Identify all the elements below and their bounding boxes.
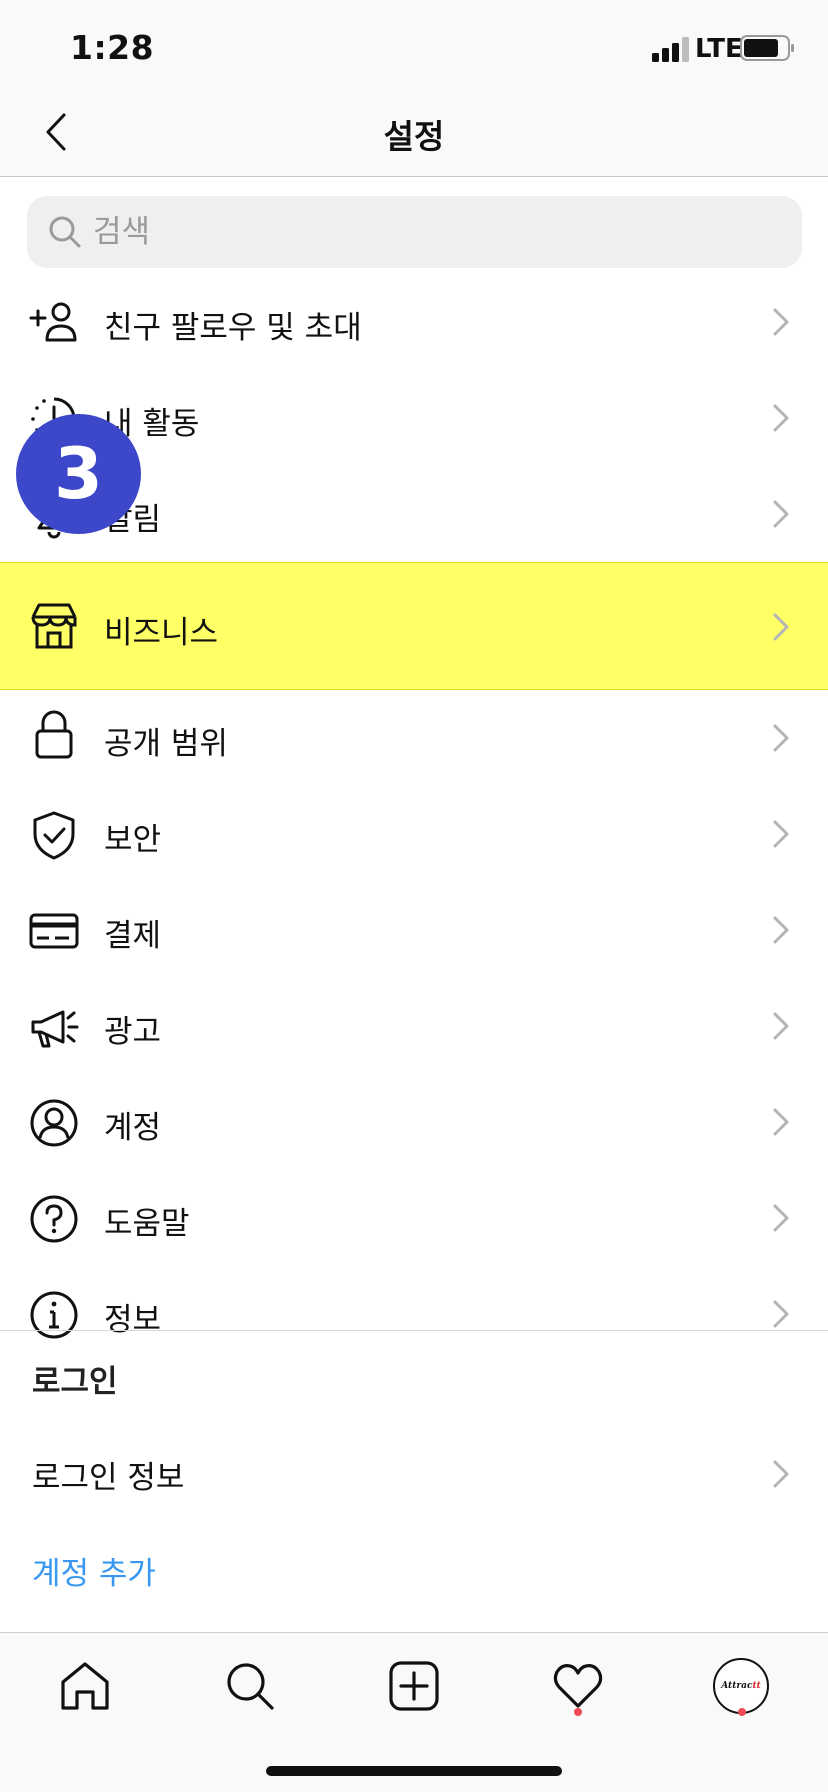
chevron-right-icon bbox=[773, 1300, 789, 1328]
menu-item-help[interactable]: 도움말 bbox=[0, 1170, 828, 1266]
chevron-right-icon bbox=[773, 404, 789, 432]
menu-item-account[interactable]: 계정 bbox=[0, 1074, 828, 1170]
chevron-right-icon bbox=[773, 308, 789, 336]
tab-search[interactable] bbox=[215, 1651, 285, 1721]
notification-dot bbox=[574, 1708, 582, 1716]
help-icon bbox=[30, 1195, 78, 1243]
menu-item-label: 계정 bbox=[104, 1110, 162, 1146]
status-bar: 1:28 LTE bbox=[0, 0, 828, 88]
chevron-right-icon bbox=[773, 1012, 789, 1040]
home-indicator bbox=[266, 1766, 562, 1776]
shop-icon bbox=[31, 603, 77, 649]
nav-header: 설정 bbox=[0, 88, 828, 177]
card-icon bbox=[29, 913, 79, 949]
chevron-right-icon bbox=[773, 1108, 789, 1136]
login-section-title: 로그인 bbox=[32, 1364, 118, 1400]
home-icon bbox=[61, 1662, 109, 1710]
menu-item-ads[interactable]: 광고 bbox=[0, 978, 828, 1074]
settings-screen: 1:28 LTE 설정 검색 친구 팔로우 및 초대 내 활동 알림 비즈니스 … bbox=[0, 0, 828, 1792]
menu-item-payments[interactable]: 결제 bbox=[0, 882, 828, 978]
login-info-label: 로그인 정보 bbox=[32, 1460, 185, 1496]
menu-item-label: 도움말 bbox=[104, 1206, 190, 1242]
menu-item-label: 공개 범위 bbox=[104, 726, 228, 762]
section-divider bbox=[0, 1330, 828, 1331]
chevron-right-icon bbox=[773, 500, 789, 528]
menu-item-security[interactable]: 보안 bbox=[0, 786, 828, 882]
step-number-badge: 3 bbox=[16, 414, 141, 534]
add-account-link[interactable]: 계정 추가 bbox=[32, 1548, 156, 1593]
battery-icon bbox=[740, 35, 794, 61]
info-icon bbox=[30, 1291, 78, 1339]
menu-item-label: 친구 팔로우 및 초대 bbox=[104, 310, 362, 346]
chevron-right-icon bbox=[773, 1204, 789, 1232]
search-input[interactable] bbox=[93, 196, 783, 268]
menu-item-about[interactable]: 정보 bbox=[0, 1266, 828, 1362]
lock-icon bbox=[35, 710, 73, 759]
tab-new-post[interactable] bbox=[379, 1651, 449, 1721]
menu-item-privacy[interactable]: 공개 범위 bbox=[0, 690, 828, 786]
network-type: LTE bbox=[695, 34, 743, 64]
status-time: 1:28 bbox=[70, 28, 155, 67]
menu-item-label: 정보 bbox=[104, 1302, 162, 1338]
menu-item-label: 보안 bbox=[104, 822, 162, 858]
menu-item-label: 비즈니스 bbox=[104, 615, 219, 651]
menu-item-follow-invite[interactable]: 친구 팔로우 및 초대 bbox=[0, 274, 828, 370]
add-person-icon bbox=[29, 302, 77, 342]
shield-check-icon bbox=[33, 811, 75, 860]
tab-home[interactable] bbox=[50, 1651, 120, 1721]
notification-dot bbox=[738, 1708, 746, 1716]
avatar-text-accent: tt bbox=[752, 1681, 761, 1691]
menu-item-business[interactable]: 비즈니스 bbox=[0, 562, 828, 690]
chevron-right-icon bbox=[773, 1460, 789, 1488]
search-icon bbox=[227, 1663, 274, 1710]
heart-icon bbox=[553, 1664, 603, 1708]
megaphone-icon bbox=[31, 1010, 79, 1048]
search-icon bbox=[49, 216, 81, 248]
menu-item-label: 광고 bbox=[104, 1014, 162, 1050]
profile-avatar: Attrac tt bbox=[713, 1658, 769, 1714]
chevron-right-icon bbox=[773, 916, 789, 944]
login-info-item[interactable]: 로그인 정보 bbox=[0, 1426, 828, 1522]
chevron-right-icon bbox=[773, 613, 789, 641]
avatar-text: Attrac bbox=[721, 1681, 753, 1691]
signal-icon bbox=[652, 36, 690, 62]
menu-item-label: 결제 bbox=[104, 918, 162, 954]
page-title: 설정 bbox=[383, 117, 445, 156]
account-icon bbox=[30, 1099, 78, 1147]
new-post-icon bbox=[389, 1661, 439, 1711]
chevron-right-icon bbox=[773, 724, 789, 752]
search-bar[interactable] bbox=[27, 196, 802, 268]
chevron-right-icon bbox=[773, 820, 789, 848]
